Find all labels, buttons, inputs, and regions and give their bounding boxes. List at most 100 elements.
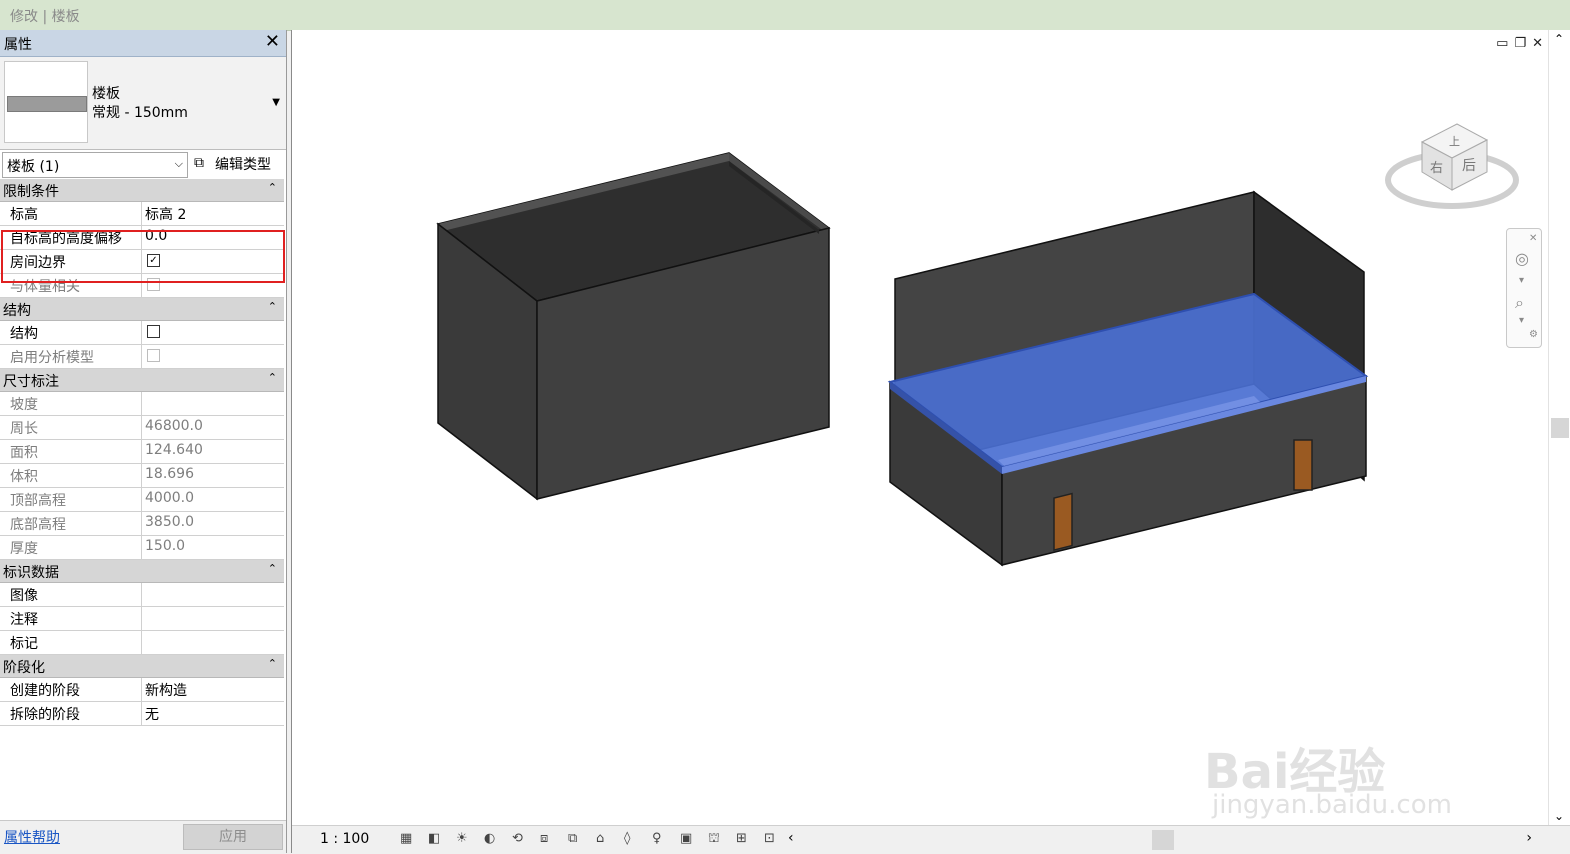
- property-checkbox[interactable]: ✓: [147, 254, 160, 267]
- property-group[interactable]: 结构 ⌃: [0, 298, 284, 321]
- building-box-left[interactable]: [436, 152, 831, 501]
- edit-type-label: 编辑类型: [215, 157, 271, 173]
- reveal-hidden-icon[interactable]: ♀: [652, 831, 680, 846]
- collapse-icon[interactable]: ⌃: [268, 300, 277, 313]
- collapse-icon[interactable]: ⌃: [268, 371, 277, 384]
- view-scale[interactable]: 1 : 100: [320, 831, 369, 847]
- viewcube-right-label: 右: [1430, 161, 1443, 176]
- chevron-down-icon[interactable]: ⌄: [1554, 809, 1564, 823]
- horizontal-scrollbar-thumb[interactable]: [1152, 830, 1174, 850]
- property-group[interactable]: 限制条件 ⌃: [0, 179, 284, 202]
- property-value-cell[interactable]: [142, 321, 284, 344]
- property-label: 标高: [10, 207, 38, 223]
- vertical-scrollbar[interactable]: ⌃ ⌄: [1548, 30, 1570, 825]
- 3d-view-canvas[interactable]: ▭ ❐ ✕ 上 右 后 ✕ ◎ ▾ ⌕ ▾ ⚙ Bai经验 jingyan.ba…: [291, 30, 1570, 854]
- chevron-down-icon[interactable]: ▾: [1519, 315, 1524, 326]
- property-label: 注释: [10, 612, 38, 628]
- property-label: 创建的阶段: [10, 683, 80, 699]
- visual-style-icon[interactable]: ◧: [428, 831, 456, 846]
- settings-icon[interactable]: ⚙: [1529, 329, 1538, 340]
- temporary-view-properties-icon[interactable]: ▣: [680, 831, 708, 846]
- property-value: 无: [145, 707, 159, 723]
- chevron-down-icon[interactable]: ▾: [1519, 275, 1524, 286]
- property-row: 拆除的阶段 无: [0, 702, 284, 726]
- instance-filter-dropdown[interactable]: 楼板 (1) ⌵: [2, 152, 188, 178]
- analysis-model-icon[interactable]: ⊞: [736, 831, 764, 846]
- chevron-down-icon: ⌵: [174, 157, 183, 170]
- collapse-icon[interactable]: ⌃: [268, 657, 277, 670]
- property-value-cell[interactable]: 0.0: [142, 226, 284, 249]
- property-row: 结构: [0, 321, 284, 345]
- show-crop-icon[interactable]: ⧉: [568, 831, 596, 846]
- building-box-right[interactable]: [887, 190, 1369, 567]
- property-value-cell: 18.696: [142, 464, 284, 487]
- property-value-cell[interactable]: 无: [142, 702, 284, 725]
- property-value: 4000.0: [145, 490, 194, 506]
- property-value-cell: 46800.0: [142, 416, 284, 439]
- property-label: 底部高程: [10, 517, 66, 533]
- edit-type-button[interactable]: ⧉ 编辑类型: [192, 152, 284, 176]
- collapse-icon[interactable]: ⌃: [268, 562, 277, 575]
- ribbon-context-bar: 修改 | 楼板: [0, 0, 1570, 31]
- type-preview-thumbnail: [4, 61, 88, 143]
- property-value: 3850.0: [145, 514, 194, 530]
- property-label: 房间边界: [10, 255, 66, 271]
- instance-filter-value: 楼板 (1): [7, 159, 60, 175]
- edit-type-icon: ⧉: [194, 155, 204, 171]
- property-value-cell: [142, 345, 284, 368]
- chevron-up-icon[interactable]: ⌃: [1554, 32, 1564, 46]
- sun-path-icon[interactable]: ☀: [456, 831, 484, 846]
- apply-button[interactable]: 应用: [183, 824, 283, 850]
- unlock-3d-view-icon[interactable]: ⌂: [596, 831, 624, 846]
- chevron-right-icon[interactable]: ›: [1526, 830, 1532, 846]
- property-value-cell[interactable]: [142, 583, 284, 606]
- property-row: 标记: [0, 631, 284, 655]
- properties-title: 属性: [4, 37, 32, 53]
- property-row: 注释: [0, 607, 284, 631]
- property-group[interactable]: 标识数据 ⌃: [0, 560, 284, 583]
- property-row: 创建的阶段 新构造: [0, 678, 284, 702]
- property-label: 启用分析模型: [10, 350, 94, 366]
- horizontal-scrollbar[interactable]: ‹ ›: [788, 830, 1532, 850]
- property-value: 新构造: [145, 683, 187, 699]
- worksharing-icon[interactable]: ⛫: [708, 831, 736, 848]
- property-row: 面积 124.640: [0, 440, 284, 464]
- property-label: 面积: [10, 445, 38, 461]
- ribbon-context-label: 修改 | 楼板: [10, 9, 80, 25]
- property-value-cell[interactable]: ✓: [142, 250, 284, 273]
- detail-level-icon[interactable]: ▦: [400, 831, 428, 846]
- property-value-cell[interactable]: [142, 631, 284, 654]
- collapse-icon[interactable]: ⌃: [268, 181, 277, 194]
- properties-help-link[interactable]: 属性帮助: [4, 827, 60, 847]
- chevron-down-icon[interactable]: ▼: [272, 97, 280, 108]
- property-value-cell: 124.640: [142, 440, 284, 463]
- close-icon[interactable]: ✕: [1529, 233, 1537, 244]
- property-label: 与体量相关: [10, 279, 80, 295]
- property-group[interactable]: 尺寸标注 ⌃: [0, 369, 284, 392]
- properties-title-bar[interactable]: 属性 ✕: [0, 30, 286, 57]
- property-value: 46800.0: [145, 418, 203, 434]
- property-value-cell[interactable]: [142, 607, 284, 630]
- property-value: 150.0: [145, 538, 186, 554]
- property-label: 坡度: [10, 397, 38, 413]
- close-icon[interactable]: ✕: [265, 31, 280, 52]
- temporary-hide-icon[interactable]: ◊: [624, 831, 652, 846]
- property-row: 标高 标高 2: [0, 202, 284, 226]
- type-selector[interactable]: 楼板 常规 - 150mm ▼: [0, 57, 286, 150]
- shadows-icon[interactable]: ◐: [484, 831, 512, 846]
- render-icon[interactable]: ⟲: [512, 831, 540, 846]
- property-checkbox[interactable]: [147, 325, 160, 338]
- property-value-cell[interactable]: 标高 2: [142, 202, 284, 225]
- property-row: 坡度: [0, 392, 284, 416]
- property-label: 拆除的阶段: [10, 707, 80, 723]
- chevron-left-icon[interactable]: ‹: [788, 830, 794, 846]
- crop-view-icon[interactable]: ⧈: [540, 831, 568, 846]
- viewcube[interactable]: 上 右 后: [1382, 112, 1522, 217]
- property-group[interactable]: 阶段化 ⌃: [0, 655, 284, 678]
- steering-wheel-icon[interactable]: ◎: [1515, 249, 1529, 268]
- properties-palette: 属性 ✕ 楼板 常规 - 150mm ▼ 楼板 (1) ⌵ ⧉ 编辑类型 限制条…: [0, 30, 287, 854]
- vertical-scrollbar-thumb[interactable]: [1551, 418, 1569, 438]
- property-value-cell[interactable]: 新构造: [142, 678, 284, 701]
- property-value-cell: 4000.0: [142, 488, 284, 511]
- zoom-icon[interactable]: ⌕: [1515, 293, 1524, 313]
